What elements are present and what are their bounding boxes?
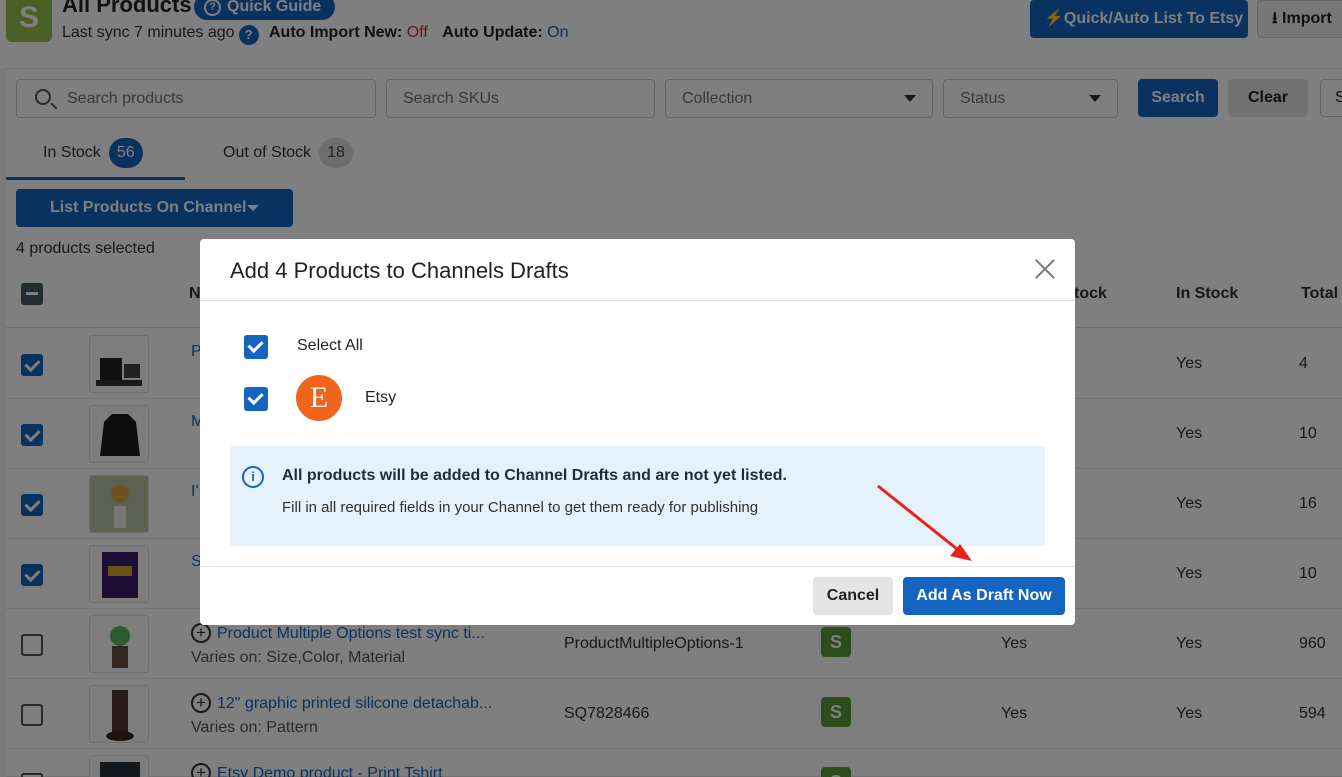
- select-all-label: Select All: [297, 337, 363, 354]
- divider: [200, 566, 1075, 567]
- select-all-checkbox[interactable]: [244, 335, 268, 359]
- info-heading: All products will be added to Channel Dr…: [282, 467, 787, 484]
- divider: [200, 300, 1075, 301]
- info-banner: i All products will be added to Channel …: [230, 446, 1045, 546]
- etsy-checkbox[interactable]: [244, 387, 268, 411]
- info-icon: i: [242, 466, 264, 488]
- add-to-drafts-dialog: Add 4 Products to Channels Drafts Select…: [200, 239, 1075, 625]
- add-as-draft-button[interactable]: Add As Draft Now: [903, 577, 1065, 615]
- dialog-title: Add 4 Products to Channels Drafts: [230, 258, 569, 283]
- etsy-label: Etsy: [365, 389, 397, 406]
- close-icon[interactable]: [1034, 258, 1056, 280]
- info-text: Fill in all required fields in your Chan…: [282, 499, 759, 516]
- etsy-logo-icon: E: [296, 375, 342, 421]
- cancel-button[interactable]: Cancel: [813, 577, 893, 615]
